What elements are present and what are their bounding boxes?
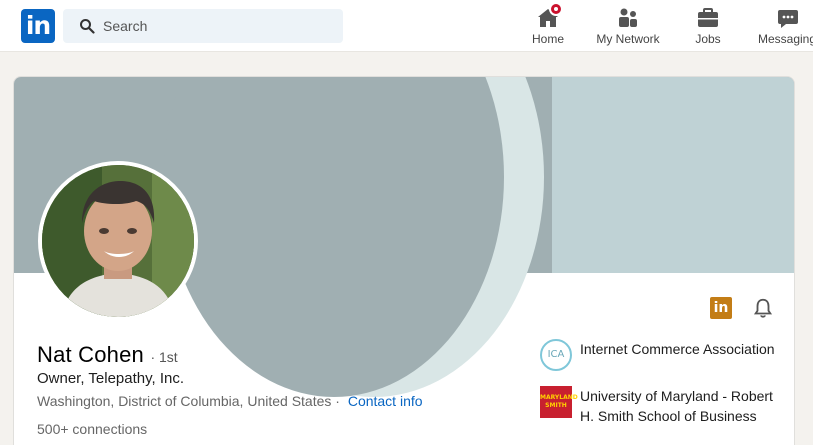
nav-messaging[interactable]: Messaging — [758, 4, 813, 48]
profile-location: Washington, District of Columbia, United… — [37, 393, 340, 409]
profile-connections: 500+ connections — [37, 421, 148, 437]
nav-jobs-label: Jobs — [695, 32, 721, 46]
org-item-ica[interactable]: ICA Internet Commerce Association — [540, 339, 780, 379]
nav-my-network[interactable]: My Network — [592, 4, 664, 48]
org-name: Internet Commerce Association — [580, 341, 775, 357]
profile-name-row: Nat Cohen · 1st — [37, 342, 178, 368]
briefcase-icon — [698, 8, 718, 27]
search-box[interactable] — [63, 9, 343, 43]
network-icon — [619, 8, 637, 27]
nav-home[interactable]: Home — [525, 2, 571, 48]
umd-smith-logo-icon: MARYLAND SMITH — [540, 386, 578, 418]
global-nav: in Home My Network Jobs — [0, 0, 813, 52]
ica-logo-icon: ICA — [540, 339, 572, 371]
messaging-icon — [778, 10, 798, 28]
banner-curve — [164, 77, 504, 397]
search-input[interactable] — [103, 9, 333, 43]
premium-linkedin-icon[interactable]: in — [710, 297, 732, 319]
nav-jobs[interactable]: Jobs — [688, 4, 728, 48]
org-name: University of Maryland - Robert H. Smith… — [580, 388, 773, 424]
nav-messaging-label: Messaging — [758, 32, 813, 46]
nav-home-label: Home — [531, 32, 564, 46]
org-item-umd[interactable]: MARYLAND SMITH University of Maryland - R… — [540, 386, 780, 445]
contact-info-link[interactable]: Contact info — [348, 393, 423, 409]
profile-photo[interactable] — [38, 161, 198, 321]
profile-location-row: Washington, District of Columbia, United… — [37, 393, 423, 409]
search-icon — [80, 19, 95, 34]
banner-band — [552, 77, 794, 273]
connection-degree: · 1st — [150, 349, 178, 365]
profile-name: Nat Cohen — [37, 342, 144, 367]
notification-badge — [549, 2, 563, 16]
bell-icon[interactable] — [752, 297, 774, 319]
nav-my-network-label: My Network — [596, 32, 660, 46]
profile-headline: Owner, Telepathy, Inc. — [37, 370, 185, 387]
linkedin-logo-icon[interactable]: in — [21, 9, 55, 43]
profile-card: in Nat Cohen · 1st Owner, Telepathy, Inc… — [13, 76, 795, 445]
